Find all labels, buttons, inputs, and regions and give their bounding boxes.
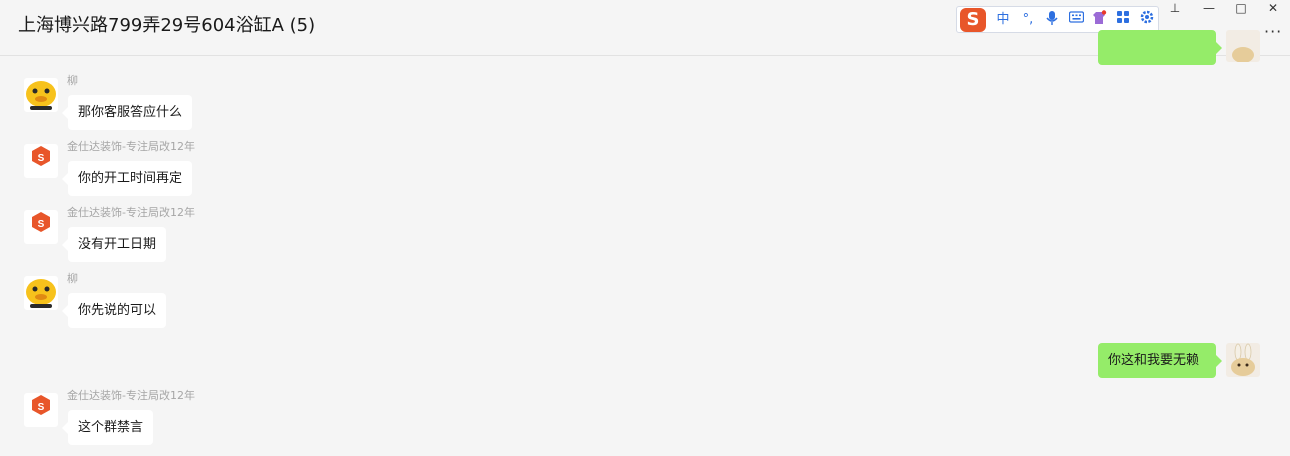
- jinshida-logo[interactable]: S: [24, 144, 58, 178]
- message-bubble[interactable]: 你的开工时间再定: [61, 161, 193, 196]
- duck-avatar[interactable]: [24, 78, 58, 112]
- svg-text:S: S: [38, 153, 45, 164]
- minimize-button[interactable]: —: [1194, 0, 1224, 18]
- rabbit-avatar[interactable]: [1226, 343, 1260, 377]
- close-button[interactable]: ✕: [1258, 0, 1288, 18]
- settings-gear-icon[interactable]: [1138, 10, 1156, 31]
- svg-text:S: S: [38, 219, 45, 230]
- ime-punctuation-toggle[interactable]: °,: [1019, 10, 1037, 30]
- message-bubble[interactable]: 没有开工日期: [61, 227, 167, 262]
- chat-more-button[interactable]: ···: [1264, 22, 1282, 41]
- message-bubble[interactable]: 这个群禁言: [61, 410, 154, 445]
- chat-title: 上海博兴路799弄29号604浴缸A (5): [18, 15, 316, 36]
- message-bubble[interactable]: 你这和我要无赖: [1098, 343, 1222, 378]
- jinshida-logo[interactable]: S: [24, 210, 58, 244]
- sender-name: 柳: [67, 74, 78, 87]
- message-bubble[interactable]: 那你客服答应什么: [61, 95, 193, 130]
- ime-toolbar[interactable]: S 中 °,: [956, 6, 1159, 33]
- sender-name: 柳: [67, 272, 78, 285]
- microphone-icon[interactable]: [1043, 10, 1061, 33]
- sender-name: 金仕达装饰-专注局改12年: [67, 140, 195, 153]
- toolbox-grid-icon[interactable]: [1114, 10, 1132, 31]
- chat-title-bar: 上海博兴路799弄29号604浴缸A (5) S 中 °, ⊥ — □ ✕ ··…: [0, 0, 1290, 56]
- sender-name: 金仕达装饰-专注局改12年: [67, 389, 195, 402]
- svg-text:S: S: [38, 402, 45, 413]
- duck-avatar[interactable]: [24, 276, 58, 310]
- jinshida-logo[interactable]: S: [24, 393, 58, 427]
- keyboard-icon[interactable]: [1067, 10, 1085, 30]
- sogou-logo-icon[interactable]: S: [960, 8, 986, 32]
- message-bubble-partial[interactable]: [1098, 30, 1222, 65]
- pin-window-button[interactable]: ⊥: [1160, 0, 1190, 18]
- ime-mode-toggle[interactable]: 中: [994, 10, 1012, 30]
- message-bubble[interactable]: 你先说的可以: [61, 293, 167, 328]
- rabbit-avatar[interactable]: [1226, 30, 1260, 62]
- maximize-button[interactable]: □: [1226, 0, 1256, 18]
- sender-name: 金仕达装饰-专注局改12年: [67, 206, 195, 219]
